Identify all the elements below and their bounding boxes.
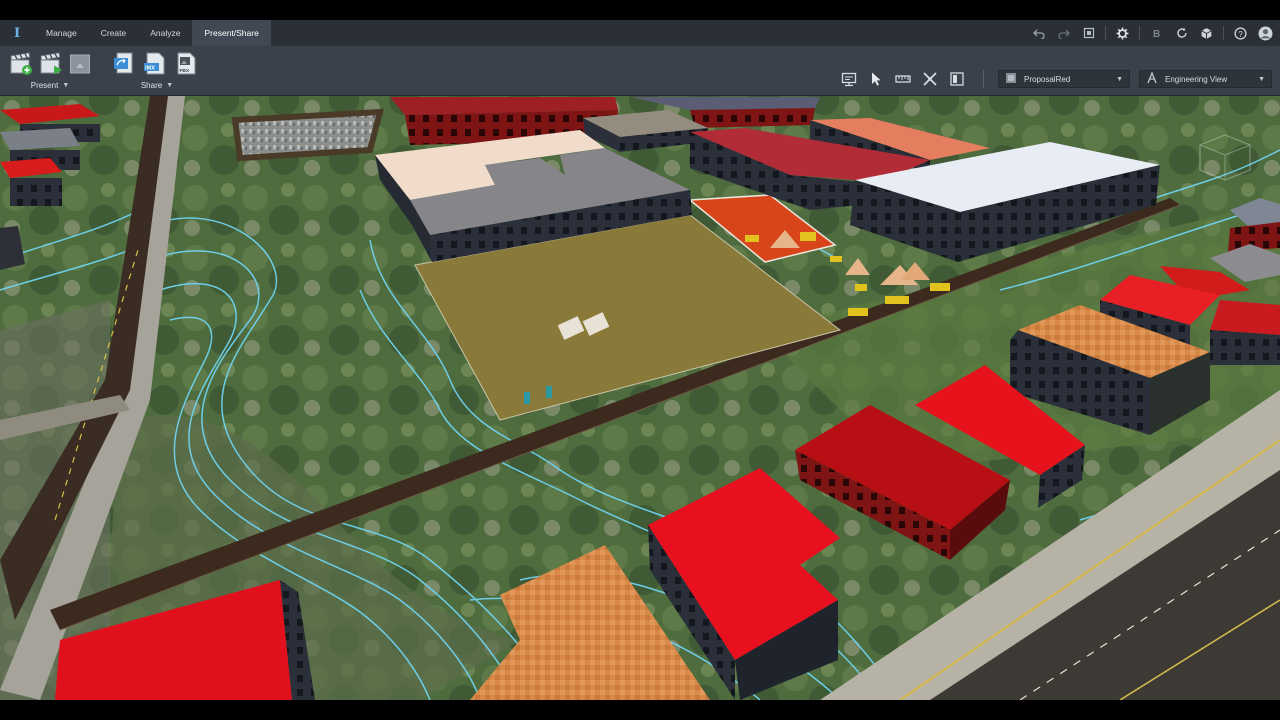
- present-group: Present ▼: [9, 50, 91, 94]
- view-tools: [840, 70, 984, 88]
- scene-canvas[interactable]: [0, 96, 1280, 700]
- view-style-icon: [1146, 71, 1158, 86]
- fit-view-icon[interactable]: [1080, 25, 1097, 42]
- proposal-value: ProposalRed: [1024, 74, 1071, 84]
- titlebar-divider: [1223, 26, 1224, 40]
- titlebar-divider: [1139, 26, 1140, 40]
- screen-icon[interactable]: [840, 70, 858, 88]
- present-group-label[interactable]: Present ▼: [9, 81, 91, 90]
- share-label: Share: [140, 81, 163, 90]
- tab-create[interactable]: Create: [89, 20, 139, 46]
- share-group-label[interactable]: Share ▼: [111, 81, 203, 90]
- tab-present-share[interactable]: Present/Share: [192, 20, 271, 46]
- redo-icon[interactable]: [1055, 25, 1072, 42]
- 3d-viewport[interactable]: [0, 96, 1280, 700]
- svg-text:B: B: [1153, 29, 1160, 39]
- letterbox-top: [0, 0, 1280, 20]
- view-tools-divider: [983, 70, 984, 88]
- export-fbx-icon[interactable]: FBX: [173, 50, 198, 77]
- snapshot-icon[interactable]: [69, 50, 91, 77]
- chevron-down-icon: ▼: [166, 82, 174, 89]
- select-pointer-icon[interactable]: [867, 70, 885, 88]
- view-value: Engineering View: [1165, 74, 1228, 84]
- chevron-down-icon: ▼: [62, 82, 70, 89]
- titlebar-icons: B ?: [1030, 20, 1274, 46]
- letterbox-bottom: [0, 700, 1280, 720]
- proposal-dropdown[interactable]: ProposalRed ▼: [998, 70, 1130, 88]
- parking-lot: [231, 108, 384, 162]
- undo-icon[interactable]: [1030, 25, 1047, 42]
- storyboard-play-icon[interactable]: [39, 50, 63, 77]
- help-icon[interactable]: ?: [1232, 25, 1249, 42]
- app-logo[interactable]: I: [0, 20, 34, 46]
- chevron-down-icon: ▼: [1116, 75, 1123, 83]
- svg-text:?: ?: [1238, 29, 1243, 38]
- proposal-icon: [1005, 72, 1017, 86]
- chevron-down-icon: ▼: [1258, 75, 1265, 83]
- view-dropdown[interactable]: Engineering View ▼: [1139, 70, 1272, 88]
- user-avatar-icon[interactable]: [1257, 25, 1274, 42]
- cube-icon[interactable]: [1198, 25, 1215, 42]
- svg-text:IMX: IMX: [145, 65, 155, 71]
- application-menu-bar: I Manage Create Analyze Present/Share B …: [0, 20, 1280, 46]
- layout-icon[interactable]: [948, 70, 966, 88]
- titlebar-divider: [1105, 26, 1106, 40]
- share-group: IMX FBX Share ▼: [111, 50, 203, 94]
- export-imx-icon[interactable]: IMX: [142, 50, 167, 77]
- storyboard-add-icon[interactable]: [9, 50, 33, 77]
- settings-icon[interactable]: [1114, 25, 1131, 42]
- present-label: Present: [30, 81, 59, 90]
- measure-icon[interactable]: [894, 70, 912, 88]
- transform-icon[interactable]: [921, 70, 939, 88]
- tab-analyze[interactable]: Analyze: [138, 20, 192, 46]
- publish-icon[interactable]: [111, 50, 136, 77]
- tab-manage[interactable]: Manage: [34, 20, 89, 46]
- bim-icon[interactable]: B: [1148, 25, 1165, 42]
- refresh-icon[interactable]: [1173, 25, 1190, 42]
- svg-text:FBX: FBX: [179, 68, 189, 74]
